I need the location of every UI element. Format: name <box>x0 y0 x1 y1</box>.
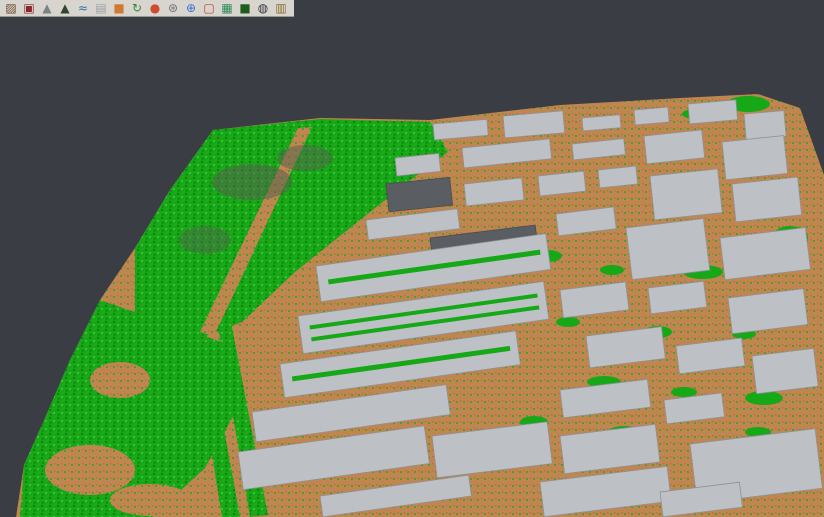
refresh-icon[interactable]: ↻ <box>128 0 146 16</box>
tree-shadow <box>212 164 292 200</box>
building <box>598 166 638 188</box>
water-icon[interactable]: ≈ <box>74 0 92 16</box>
ground-patch <box>45 445 135 495</box>
viewport-container <box>0 18 824 517</box>
vegetation-patch <box>556 317 580 327</box>
building <box>503 111 565 138</box>
tree-shadow <box>179 226 231 254</box>
globe-icon[interactable]: ◍ <box>254 0 272 16</box>
add-icon[interactable]: ⊕ <box>182 0 200 16</box>
building <box>722 136 788 180</box>
ground-patch <box>110 484 190 516</box>
building <box>634 107 669 125</box>
tree-shadow <box>277 145 333 171</box>
layers-icon[interactable]: ▤ <box>92 0 110 16</box>
building <box>752 348 818 393</box>
building <box>688 100 738 124</box>
building <box>582 115 621 131</box>
mountain-icon[interactable]: ▲ <box>56 0 74 16</box>
building <box>732 177 802 222</box>
gear-icon[interactable]: ⊛ <box>164 0 182 16</box>
record-icon[interactable]: ● <box>146 0 164 16</box>
ortho-icon[interactable]: ■ <box>110 0 128 16</box>
grid-icon[interactable]: ▦ <box>218 0 236 16</box>
top-bar: ▨▣▲▲≈▤■↻●⊛⊕▢▦■◍▥ <box>0 0 824 18</box>
ground-patch <box>90 362 150 398</box>
chart-icon[interactable]: ▥ <box>272 0 290 16</box>
app-window: ▨▣▲▲≈▤■↻●⊛⊕▢▦■◍▥ <box>0 0 824 517</box>
vegetation-patch <box>671 387 697 397</box>
building <box>538 171 586 196</box>
building <box>626 218 710 279</box>
building <box>644 130 705 164</box>
vegetation-patch <box>600 265 624 275</box>
terrain-icon[interactable]: ▲ <box>38 0 56 16</box>
building <box>650 169 722 220</box>
forest-icon[interactable]: ■ <box>236 0 254 16</box>
selection-icon[interactable]: ▢ <box>200 0 218 16</box>
building <box>744 111 786 140</box>
open-icon[interactable]: ▨ <box>2 0 20 16</box>
viewport-3d[interactable] <box>0 18 824 517</box>
toolbar-icons: ▨▣▲▲≈▤■↻●⊛⊕▢▦■◍▥ <box>0 0 294 17</box>
save-icon[interactable]: ▣ <box>20 0 38 16</box>
